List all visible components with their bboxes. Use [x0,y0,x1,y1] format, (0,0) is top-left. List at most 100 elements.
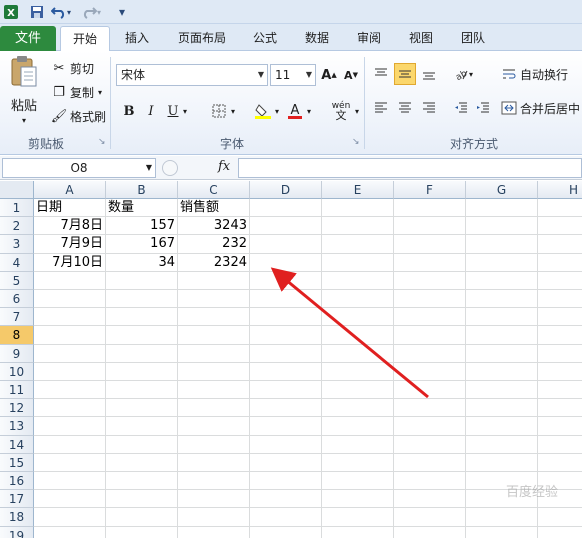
cell-g13[interactable] [466,417,538,436]
font-launcher-icon[interactable]: ↘ [352,137,360,147]
row-header[interactable]: 17 [0,490,34,509]
column-header[interactable]: H [538,181,582,199]
cell-b12[interactable] [106,399,178,418]
row-header[interactable]: 13 [0,417,34,436]
column-header[interactable]: D [250,181,322,199]
row-header[interactable]: 16 [0,472,34,491]
cell-c11[interactable] [178,381,250,400]
cell-a18[interactable] [34,508,106,527]
cell-d8[interactable] [250,326,322,345]
cell-d9[interactable] [250,344,322,363]
cell-e19[interactable] [322,526,394,538]
redo-icon[interactable]: ▾ [80,3,102,21]
cell-e12[interactable] [322,399,394,418]
cell-e16[interactable] [322,472,394,491]
cell-e2[interactable] [322,217,394,236]
shrink-font-icon[interactable]: A ▼ [340,64,362,86]
cell-g10[interactable] [466,362,538,381]
fill-color-icon[interactable] [252,100,274,122]
cell-d16[interactable] [250,472,322,491]
italic-button[interactable]: I [140,100,162,122]
customize-qat-icon[interactable]: ▾ [116,3,128,21]
cell-c2[interactable]: 3243 [178,217,250,236]
cell-c9[interactable] [178,344,250,363]
cell-d13[interactable] [250,417,322,436]
cell-h19[interactable] [538,527,582,538]
cell-a19[interactable] [34,526,106,538]
orientation-dropdown-icon[interactable]: ▾ [466,63,476,85]
cell-c4[interactable]: 2324 [178,253,250,272]
cell-e9[interactable] [322,344,394,363]
cell-f11[interactable] [394,381,466,400]
select-all-corner[interactable] [0,181,34,199]
cell-b16[interactable] [106,472,178,491]
increase-indent-icon[interactable] [472,97,494,119]
cell-b11[interactable] [106,381,178,400]
row-header[interactable]: 12 [0,399,34,418]
cell-b18[interactable] [106,508,178,527]
cell-e6[interactable] [322,290,394,309]
cell-f15[interactable] [394,453,466,472]
cell-b4[interactable]: 34 [106,253,178,272]
tab-data[interactable]: 数据 [296,26,338,51]
cell-d1[interactable] [250,199,322,218]
clipboard-launcher-icon[interactable]: ↘ [98,137,106,147]
tab-view[interactable]: 视图 [400,26,442,51]
cell-c1[interactable]: 销售额 [178,199,250,218]
cell-g3[interactable] [466,235,538,254]
cell-a16[interactable] [34,472,106,491]
cell-e1[interactable] [322,199,394,218]
cell-h8[interactable] [538,326,582,345]
cell-e17[interactable] [322,490,394,509]
cell-f9[interactable] [394,344,466,363]
cell-d18[interactable] [250,508,322,527]
align-top-icon[interactable] [370,63,392,85]
row-header[interactable]: 18 [0,508,34,527]
cell-b10[interactable] [106,362,178,381]
cell-g1[interactable] [466,199,538,218]
bold-button[interactable]: B [118,100,140,122]
cell-g14[interactable] [466,435,538,454]
cell-d17[interactable] [250,490,322,509]
cell-c8[interactable] [178,326,250,345]
cell-b7[interactable] [106,308,178,327]
copy-button[interactable]: ❐ 复制 ▾ [50,83,102,101]
tab-home[interactable]: 开始 [60,26,110,51]
cell-d3[interactable] [250,235,322,254]
cell-c19[interactable] [178,526,250,538]
cell-a8[interactable] [34,326,106,345]
cell-d4[interactable] [250,253,322,272]
tab-team[interactable]: 团队 [452,26,494,51]
cell-f8[interactable] [394,326,466,345]
decrease-indent-icon[interactable] [450,97,472,119]
row-header[interactable]: 5 [0,271,34,290]
cut-button[interactable]: ✂ 剪切 [50,59,94,77]
tab-file[interactable]: 文件 [0,26,56,51]
cell-e3[interactable] [322,235,394,254]
formula-input[interactable] [238,158,582,178]
cell-g11[interactable] [466,381,538,400]
cell-c18[interactable] [178,508,250,527]
row-header[interactable]: 14 [0,435,34,454]
cell-e13[interactable] [322,417,394,436]
row-header[interactable]: 10 [0,362,34,381]
formula-bar-toggle-icon[interactable] [162,160,178,176]
tab-formulas[interactable]: 公式 [244,26,286,51]
cell-a11[interactable] [34,381,106,400]
cell-f17[interactable] [394,490,466,509]
cell-h10[interactable] [538,363,582,381]
cell-a14[interactable] [34,435,106,454]
phonetic-dropdown-icon[interactable]: ▾ [352,100,362,122]
align-left-icon[interactable] [370,97,392,119]
cell-h6[interactable] [538,290,582,309]
cell-e4[interactable] [322,253,394,272]
cell-h13[interactable] [538,417,582,436]
row-header[interactable]: 15 [0,453,34,472]
cell-a10[interactable] [34,362,106,381]
cell-e14[interactable] [322,435,394,454]
cell-d5[interactable] [250,271,322,290]
column-header[interactable]: E [322,181,394,199]
cell-a17[interactable] [34,490,106,509]
cell-b14[interactable] [106,435,178,454]
cell-h11[interactable] [538,381,582,400]
